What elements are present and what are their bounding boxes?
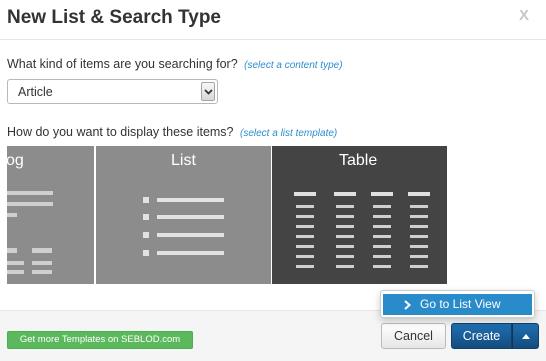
template-tile-table[interactable]: Table (272, 146, 447, 284)
content-type-select[interactable]: Article (7, 79, 218, 104)
get-more-templates-button[interactable]: Get more Templates on SEBLOD.com (7, 331, 193, 349)
create-button[interactable]: Create (451, 323, 512, 349)
list-template-question: How do you want to display these items? … (7, 125, 337, 139)
template-tile-list-label: List (171, 152, 196, 169)
template-tile-blog-label: og (7, 152, 24, 169)
create-options-toggle[interactable] (512, 323, 539, 349)
template-tile-table-label: Table (339, 152, 378, 169)
chevron-right-icon (404, 300, 411, 310)
menu-item-go-to-list-view[interactable]: Go to List View (383, 294, 532, 315)
content-type-hint-link[interactable]: (select a content type) (244, 60, 342, 71)
cancel-button[interactable]: Cancel (381, 323, 446, 349)
template-tiles-carousel[interactable]: og List Table (7, 146, 447, 284)
caret-up-icon (522, 334, 530, 339)
template-tile-list[interactable]: List (96, 146, 271, 284)
chevron-down-icon (204, 89, 213, 95)
create-options-menu: Go to List View (380, 290, 535, 318)
close-button[interactable]: X (519, 7, 529, 24)
select-arrow-button[interactable] (201, 82, 215, 101)
dialog-header: New List & Search Type X (0, 0, 546, 40)
content-type-question-text: What kind of items are you searching for… (7, 57, 238, 71)
new-list-search-type-dialog: New List & Search Type X What kind of it… (0, 0, 546, 361)
content-type-question: What kind of items are you searching for… (7, 57, 343, 71)
menu-item-label: Go to List View (420, 297, 501, 311)
dialog-title: New List & Search Type (7, 7, 221, 28)
template-tile-blog[interactable]: og (7, 146, 94, 284)
list-template-question-text: How do you want to display these items? (7, 125, 234, 139)
list-template-hint-link[interactable]: (select a list template) (240, 128, 337, 139)
content-type-select-value: Article (18, 85, 53, 99)
